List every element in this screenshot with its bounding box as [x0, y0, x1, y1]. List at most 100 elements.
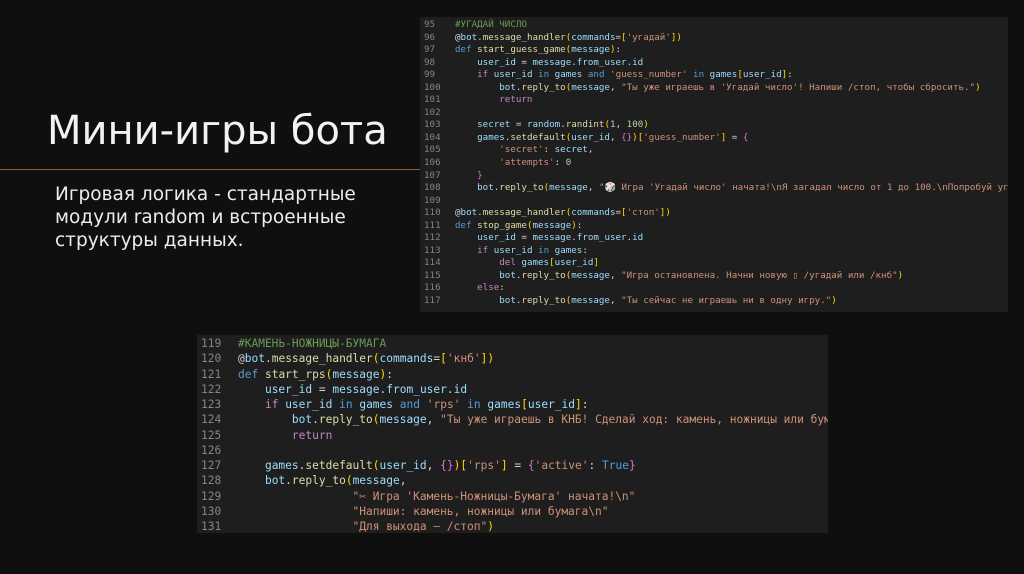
code-line: 121 def start_rps(message): [197, 367, 828, 382]
code-line: 106 'attempts': 0 [420, 157, 1008, 170]
code-line: 103 secret = random.randint(1, 100) [420, 119, 1008, 132]
code-text: user_id = message.from_user.id [264, 382, 468, 396]
code-text: @bot.message_handler(commands=['стоп']) [455, 207, 671, 219]
line-number: 110 [424, 207, 441, 219]
line-number: 128 [201, 474, 222, 488]
line-number: 124 [201, 413, 222, 427]
line-number: 116 [424, 282, 441, 294]
line-number: 125 [201, 428, 222, 442]
line-number: 113 [424, 244, 441, 256]
code-line: 104 games.setdefault(user_id, {})['guess… [420, 132, 1008, 145]
code-line: 112 user_id = message.from_user.id [420, 232, 1008, 245]
code-text: bot.reply_to(message, [264, 474, 407, 488]
line-number: 126 [201, 443, 222, 457]
code-text: #КАМЕНЬ-НОЖНИЦЫ-БУМАГА [238, 337, 387, 350]
code-line: 107 } [420, 170, 1008, 183]
line-number: 123 [201, 398, 222, 411]
code-line: 126 [197, 443, 828, 458]
line-number: 120 [201, 352, 222, 366]
line-number: 97 [424, 44, 436, 56]
code-line: 123 if user_id in games and 'rps' in gam… [197, 397, 828, 412]
line-number: 105 [424, 144, 441, 156]
line-number: 106 [424, 157, 441, 169]
code-line: 115 bot.reply_to(message, "Игра остановл… [420, 270, 1008, 283]
code-text: if user_id in games and 'guess_number' i… [477, 69, 793, 81]
line-number: 107 [424, 169, 441, 181]
code-text: 'secret': secret, [499, 144, 594, 156]
code-line: 109 [420, 195, 1008, 208]
code-text: games.setdefault(user_id, {})['guess_num… [477, 131, 749, 143]
title-divider [0, 169, 420, 170]
line-number: 96 [424, 31, 436, 43]
code-text: bot.reply_to(message, "🎲 Игра 'Угадай чи… [477, 182, 1008, 194]
code-text: 'attempts': 0 [499, 157, 572, 169]
line-number: 109 [424, 194, 441, 206]
code-text: bot.reply_to(message, "Ты сейчас не игра… [499, 295, 837, 307]
line-number: 103 [424, 119, 441, 131]
code-text: else: [477, 282, 505, 294]
code-line: 129 "✂ Игра 'Камень-Ножницы-Бумага' нача… [197, 489, 828, 504]
line-number: 122 [201, 382, 222, 396]
line-number: 129 [201, 489, 222, 503]
code-line: 99 if user_id in games and 'guess_number… [420, 69, 1008, 82]
line-number: 101 [424, 94, 441, 106]
code-text: if user_id in games and 'rps' in games[u… [264, 398, 589, 411]
code-line: 114 del games[user_id] [420, 257, 1008, 270]
code-text: return [499, 94, 533, 106]
code-line: 117 bot.reply_to(message, "Ты сейчас не … [420, 295, 1008, 308]
code-text: del games[user_id] [499, 257, 599, 269]
code-text: #УГАДАЙ ЧИСЛО [455, 19, 527, 30]
code-line: 100 bot.reply_to(message, "Ты уже играеш… [420, 82, 1008, 95]
code-text: bot.reply_to(message, "Ты уже играешь в … [291, 413, 828, 427]
code-text: bot.reply_to(message, "Ты уже играешь в … [499, 81, 981, 93]
line-number: 119 [201, 337, 222, 350]
code-text: bot.reply_to(message, "Игра остановлена.… [499, 269, 904, 281]
line-number: 108 [424, 182, 441, 194]
code-line: 95 #УГАДАЙ ЧИСЛО [420, 19, 1008, 32]
code-line: 97 def start_guess_game(message): [420, 44, 1008, 57]
code-text: games.setdefault(user_id, {})['rps'] = {… [264, 459, 636, 472]
line-number: 102 [424, 106, 441, 118]
code-text: user_id = message.from_user.id [477, 232, 644, 244]
code-line: 101 return [420, 94, 1008, 107]
code-text: def start_rps(message): [238, 367, 393, 381]
code-line: 127 games.setdefault(user_id, {})['rps']… [197, 458, 828, 473]
line-number: 112 [424, 232, 441, 244]
slide-body-text: Игровая логика - стандартные модули rand… [55, 184, 356, 251]
line-number: 115 [424, 269, 441, 281]
line-number: 114 [424, 257, 441, 269]
code-text: if user_id in games: [477, 244, 588, 256]
code-line: 102 [420, 107, 1008, 120]
code-line: 130 "Напиши: камень, ножницы или бумага\… [197, 504, 828, 519]
code-line: 124 bot.reply_to(message, "Ты уже играеш… [197, 412, 828, 427]
code-line: 108 bot.reply_to(message, "🎲 Игра 'Угада… [420, 182, 1008, 195]
code-line: 122 user_id = message.from_user.id [197, 382, 828, 397]
code-line: 119 #КАМЕНЬ-НОЖНИЦЫ-БУМАГА [197, 336, 828, 351]
code-line: 105 'secret': secret, [420, 144, 1008, 157]
code-line: 120 @bot.message_handler(commands=['кнб']… [197, 351, 828, 366]
code-text: user_id = message.from_user.id [477, 56, 644, 68]
code-line: 116 else: [420, 282, 1008, 295]
code-line: 111 def stop_game(message): [420, 220, 1008, 233]
code-text: return [291, 428, 333, 442]
code-line: 131 "Для выхода — /стоп") [197, 519, 828, 533]
line-number: 100 [424, 81, 441, 93]
code-text: @bot.message_handler(commands=['угадай']… [455, 31, 682, 43]
code-screenshot-guess-game: 95 #УГАДАЙ ЧИСЛО 96 @bot.message_handler(co… [420, 17, 1008, 312]
code-line: 96 @bot.message_handler(commands=['угадай… [420, 32, 1008, 45]
line-number: 130 [201, 504, 222, 518]
line-number: 98 [424, 56, 436, 68]
line-number: 121 [201, 367, 222, 381]
line-number: 111 [424, 219, 441, 231]
code-line: 128 bot.reply_to(message, [197, 473, 828, 488]
code-text: "Для выхода — /стоп") [352, 520, 494, 533]
line-number: 99 [424, 69, 436, 81]
code-text: "✂ Игра 'Камень-Ножницы-Бумага' начата!\… [352, 489, 636, 503]
slide-title: Мини-игры бота [47, 108, 388, 154]
code-text: } [477, 169, 483, 181]
line-number: 131 [201, 520, 222, 533]
code-text: "Напиши: камень, ножницы или бумага\n" [352, 504, 609, 518]
code-line: 125 return [197, 428, 828, 443]
code-text: def start_guess_game(message): [455, 44, 622, 56]
code-line: 113 if user_id in games: [420, 245, 1008, 258]
